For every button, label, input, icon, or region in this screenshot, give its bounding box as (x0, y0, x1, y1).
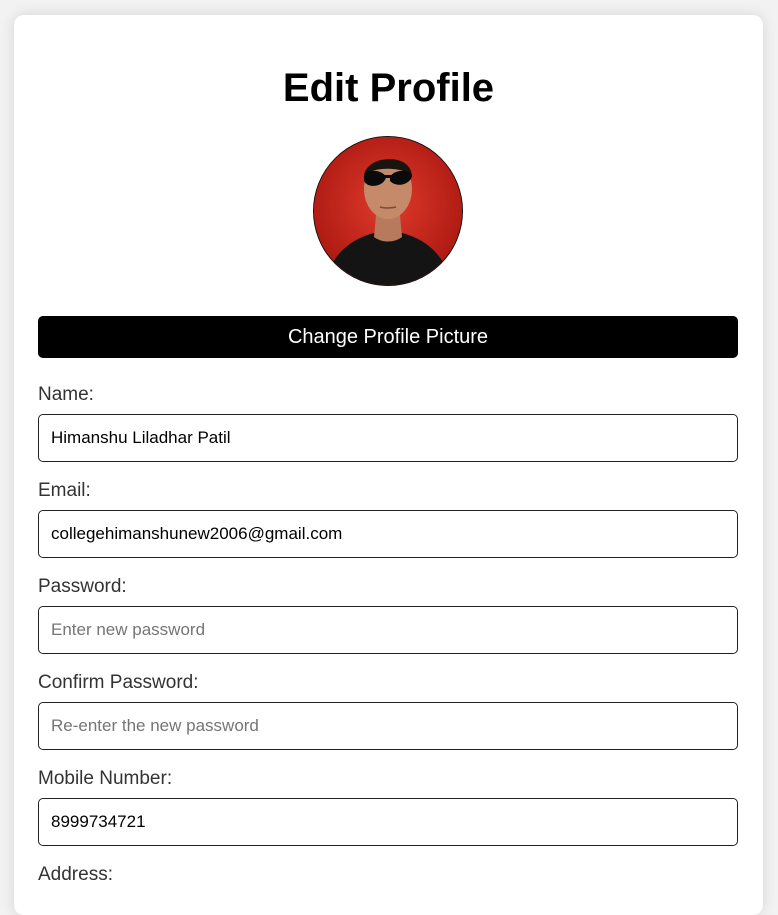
password-field[interactable] (38, 606, 738, 654)
avatar-image (314, 137, 462, 285)
avatar (313, 136, 463, 286)
address-label: Address: (38, 864, 113, 885)
name-label: Name: (38, 384, 94, 405)
page-title: Edit Profile (282, 66, 495, 110)
confirm-password-field[interactable] (38, 702, 738, 750)
confirm-password-label: Confirm Password: (38, 672, 199, 693)
edit-profile-card: Edit Profile Change Profile Picture Name… (14, 15, 763, 915)
change-profile-picture-button[interactable]: Change Profile Picture (38, 316, 738, 358)
password-label: Password: (38, 576, 127, 597)
mobile-number-field[interactable] (38, 798, 738, 846)
email-label: Email: (38, 480, 91, 501)
name-field[interactable] (38, 414, 738, 462)
mobile-number-label: Mobile Number: (38, 768, 173, 789)
email-field[interactable] (38, 510, 738, 558)
